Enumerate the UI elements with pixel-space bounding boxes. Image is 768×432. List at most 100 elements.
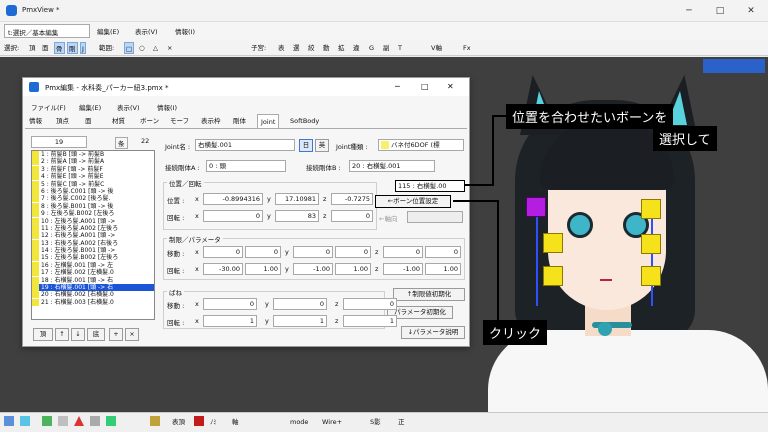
tb-t[interactable]: T	[397, 42, 403, 54]
bone-marker[interactable]	[543, 233, 563, 253]
editor-close-icon[interactable]: ✕	[447, 82, 454, 91]
joint-list-item[interactable]: 4 : 前髪E [頭 -> 前髪E	[32, 173, 154, 181]
tb-chigai[interactable]: 違	[352, 42, 361, 54]
mode-select[interactable]: t:選択／基本編集	[4, 24, 90, 38]
maximize-icon[interactable]: □	[713, 4, 727, 18]
joint-list-item[interactable]: 18 : 右横髪.001 [頭 -> 右	[32, 276, 154, 284]
joint-list-item[interactable]: 21 : 右横髪.003 [右横髪.0	[32, 298, 154, 306]
tb-dou[interactable]: 動	[322, 42, 331, 54]
move-limit-max-field[interactable]: 0	[425, 246, 461, 258]
rigid-a-select[interactable]: 0 : 頭	[206, 160, 286, 172]
menu-edit[interactable]: 編集(E)	[97, 26, 119, 36]
list-index-field[interactable]: 19	[31, 136, 87, 148]
move-limit-min-field[interactable]: 0	[203, 246, 243, 258]
rot-limit-max-field[interactable]: 1.00	[335, 263, 371, 275]
tb-g[interactable]: G	[368, 42, 375, 54]
tb-fx[interactable]: Fx	[462, 42, 472, 54]
move-limit-max-field[interactable]: 0	[335, 246, 371, 258]
tb-vertex[interactable]: 頂	[28, 42, 37, 54]
status-mode[interactable]: mode	[290, 416, 308, 428]
list-top-button[interactable]: 頂	[33, 328, 53, 341]
spring-rot-field[interactable]: 1	[343, 315, 397, 327]
joint-list-item[interactable]: 20 : 右横髪.002 [右横髪.0	[32, 291, 154, 299]
tb-omote[interactable]: 表	[277, 42, 286, 54]
tb-sen[interactable]: 選	[292, 42, 301, 54]
joint-list-item[interactable]: 15 : 左後ろ髪.B002 [左後ろ	[32, 254, 154, 262]
bone-marker[interactable]	[641, 199, 661, 219]
spring-rot-field[interactable]: 1	[203, 315, 257, 327]
selected-bone-marker[interactable]	[526, 197, 546, 217]
lang-en-button[interactable]: 英	[315, 139, 329, 152]
editor-menu-file[interactable]: ファイル(F)	[31, 102, 66, 112]
pos-y-field[interactable]: 17.10981	[275, 193, 319, 205]
status-ortho[interactable]: 正	[398, 416, 405, 428]
tb-face[interactable]: 面	[41, 42, 50, 54]
tb-bone[interactable]: 骨	[54, 42, 65, 54]
tab-joint[interactable]: Joint	[257, 114, 280, 128]
move-limit-min-field[interactable]: 0	[293, 246, 333, 258]
minimize-icon[interactable]: ─	[682, 4, 696, 18]
joint-list-item[interactable]: 9 : 左後ろ髪.B002 [左後ろ	[32, 210, 154, 218]
joint-list-item[interactable]: 13 : 右後ろ髪.A002 [右後ろ	[32, 239, 154, 247]
joint-list-item[interactable]: 7 : 後ろ髪.C002 [後ろ髪.	[32, 195, 154, 203]
bone-marker[interactable]	[543, 266, 563, 286]
editor-minimize-icon[interactable]: ─	[395, 82, 400, 91]
list-bottom-button[interactable]: 底	[87, 328, 105, 341]
tb-joint[interactable]: J	[80, 42, 86, 54]
rot-y-field[interactable]: 83	[275, 210, 319, 222]
list-add-button[interactable]: +	[109, 328, 123, 341]
joint-name-field[interactable]: 右横髪.001	[195, 139, 295, 151]
tab-bone[interactable]: ボーン	[137, 114, 162, 128]
menu-info[interactable]: 情報(I)	[175, 26, 195, 36]
spring-move-field[interactable]: 0	[273, 298, 327, 310]
rigid-b-select[interactable]: 20 : 右横髪.001	[349, 160, 435, 172]
rot-limit-max-field[interactable]: 1.00	[245, 263, 281, 275]
param-desc-button[interactable]: ↓パラメータ説明	[401, 326, 465, 339]
status-wire[interactable]: Wire+	[322, 416, 342, 428]
lang-jp-button[interactable]: 日	[299, 139, 313, 152]
list-up-button[interactable]: ↑	[55, 328, 69, 341]
joint-list-item[interactable]: 17 : 左横髪.002 [左横髪.0	[32, 269, 154, 277]
bone-select[interactable]: 115 : 右横髪.00	[395, 180, 465, 192]
editor-menu-edit[interactable]: 編集(E)	[79, 102, 101, 112]
joint-type-select[interactable]: バネ付6DOF (標	[378, 139, 464, 151]
tb-vaxis[interactable]: V軸	[430, 42, 443, 54]
status-icon[interactable]	[194, 416, 204, 426]
tab-vertex[interactable]: 頂点	[53, 114, 72, 128]
tab-face[interactable]: 面	[82, 114, 95, 128]
joint-list-item[interactable]: 10 : 左後ろ髪.A001 [頭 ->	[32, 217, 154, 225]
tb-kaku[interactable]: 拡	[337, 42, 346, 54]
tb-triangle[interactable]: △	[152, 42, 159, 54]
editor-menu-view[interactable]: 表示(V)	[117, 102, 140, 112]
move-limit-min-field[interactable]: 0	[383, 246, 423, 258]
pos-z-field[interactable]: -0.7275	[331, 193, 373, 205]
status-surface[interactable]: 表頂	[172, 416, 185, 428]
tb-rect[interactable]: □	[124, 42, 135, 54]
joint-list-item[interactable]: 5 : 前髪C [頭 -> 前髪C	[32, 180, 154, 188]
status-icon[interactable]	[150, 416, 160, 426]
status-axis[interactable]: 軸	[232, 416, 239, 428]
tab-softbody[interactable]: SoftBody	[287, 114, 322, 128]
rot-z-field[interactable]: 0	[331, 210, 373, 222]
move-limit-max-field[interactable]: 0	[245, 246, 281, 258]
editor-maximize-icon[interactable]: □	[421, 82, 429, 91]
editor-menu-info[interactable]: 情報(I)	[157, 102, 177, 112]
tab-material[interactable]: 材質	[109, 114, 128, 128]
status-nomi[interactable]: ﾉﾐ	[210, 416, 217, 428]
bone-marker[interactable]	[641, 234, 661, 254]
tb-fuku[interactable]: 副	[382, 42, 391, 54]
status-icon[interactable]	[90, 416, 100, 426]
view-control-icons[interactable]	[703, 59, 765, 73]
bone-marker[interactable]	[641, 266, 661, 286]
spring-move-field[interactable]: 0	[203, 298, 257, 310]
rot-x-field[interactable]: 0	[203, 210, 263, 222]
rot-limit-min-field[interactable]: -1.00	[293, 263, 333, 275]
tb-cross[interactable]: ×	[166, 42, 173, 54]
rot-limit-min-field[interactable]: -30.00	[203, 263, 243, 275]
list-down-button[interactable]: ↓	[71, 328, 85, 341]
status-icon[interactable]	[20, 416, 30, 426]
list-delete-button[interactable]: ×	[125, 328, 139, 341]
joint-list-item[interactable]: 12 : 右後ろ髪.A001 [頭 ->	[32, 232, 154, 240]
tab-morph[interactable]: モーフ	[167, 114, 192, 128]
status-icon[interactable]	[58, 416, 68, 426]
